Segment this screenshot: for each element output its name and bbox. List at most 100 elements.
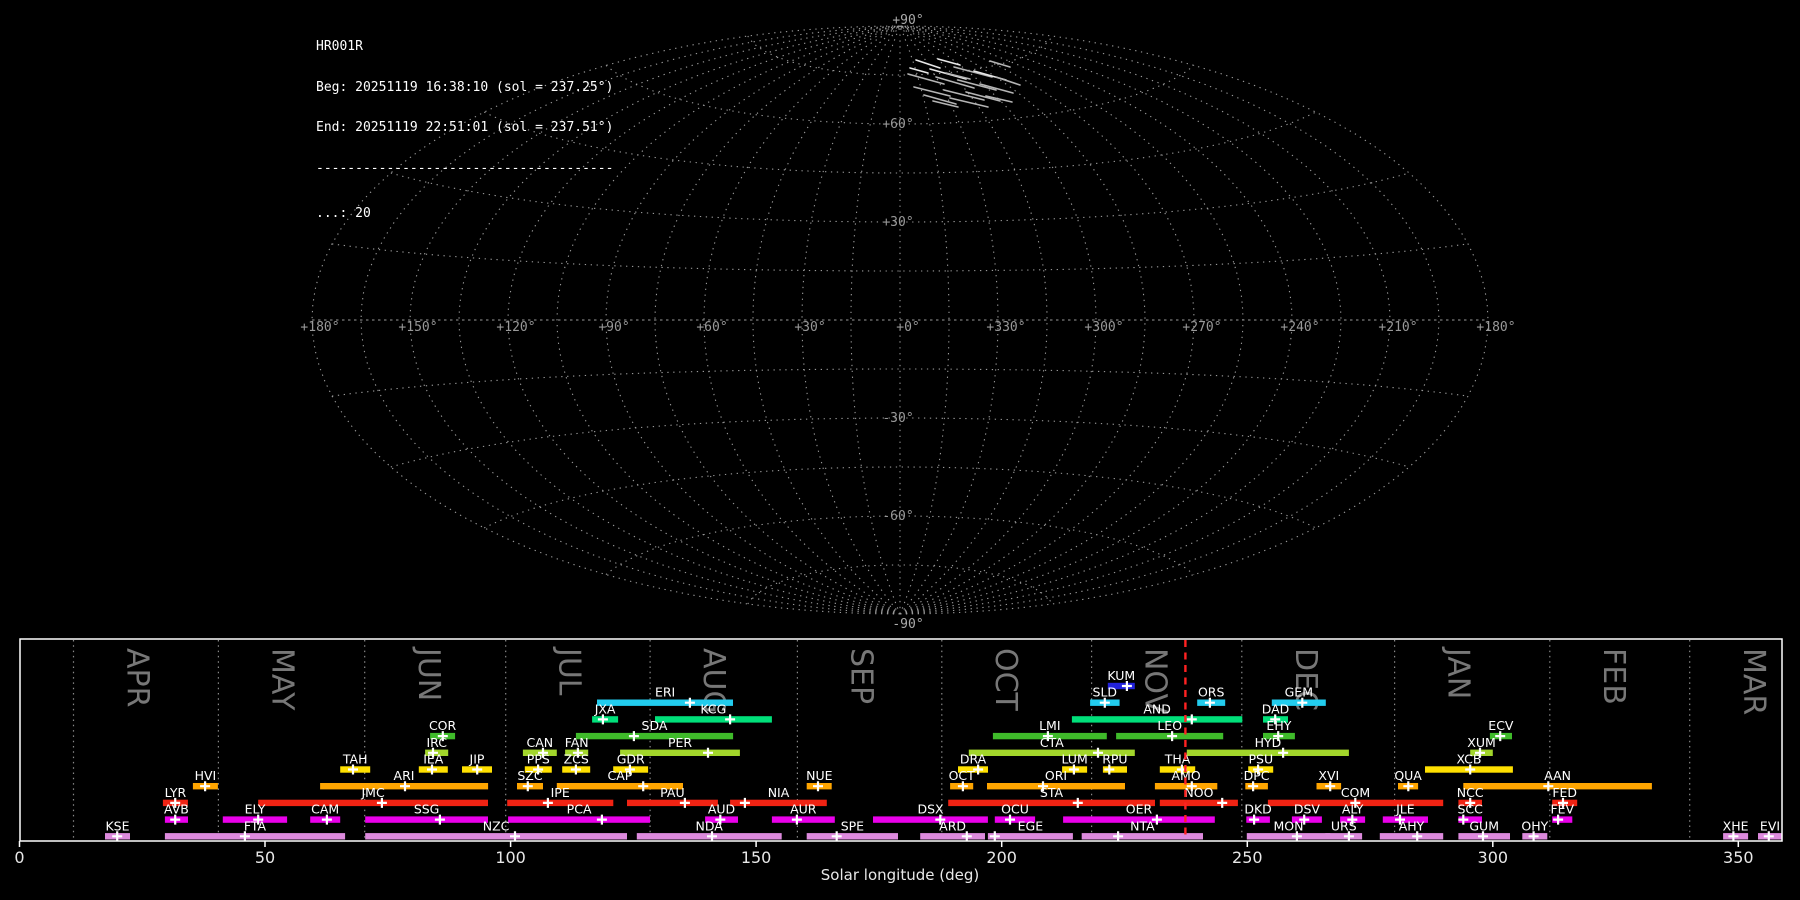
shower-label-SSG: SSG <box>414 802 440 817</box>
begin-time: Beg: 20251119 16:38:10 (sol = 237.25°) <box>316 81 613 95</box>
x-tick-label: 0 <box>14 848 24 867</box>
shower-row-plum: KSEFTANZCNDASPEARDEGENTAMONURSAHYGUMOHYX… <box>105 818 1782 841</box>
peak-marker-AND <box>1187 714 1197 724</box>
activity-chart: APRMAYJUNJULAUGSEPOCTNOVDECJANFEBMARKUME… <box>0 0 1800 900</box>
peak-marker-NZC <box>510 831 520 841</box>
shower-label-STA: STA <box>1040 785 1064 800</box>
info-header: HR001R Beg: 20251119 16:38:10 (sol = 237… <box>316 13 613 234</box>
x-tick-label: 350 <box>1723 848 1754 867</box>
shower-label-DPC: DPC <box>1244 768 1270 783</box>
shower-label-OHY: OHY <box>1521 818 1548 833</box>
shower-label-AVB: AVB <box>164 802 189 817</box>
x-tick-label: 300 <box>1478 848 1509 867</box>
shower-label-URS: URS <box>1331 818 1357 833</box>
shower-label-DSV: DSV <box>1294 802 1321 817</box>
shower-label-AAN: AAN <box>1544 768 1571 783</box>
shower-bar-FTA <box>165 833 345 839</box>
shower-label-XCB: XCB <box>1457 752 1482 767</box>
peak-marker-SDA <box>629 731 639 741</box>
shower-label-PPS: PPS <box>527 752 550 767</box>
peak-marker-NOO <box>1217 798 1227 808</box>
shower-label-AHY: AHY <box>1399 818 1425 833</box>
shower-bar-ARD <box>920 833 985 839</box>
shower-label-OCT: OCT <box>949 768 976 783</box>
shower-bar-PCA <box>508 816 650 822</box>
shower-label-ALY: ALY <box>1342 802 1364 817</box>
shower-label-COM: COM <box>1341 785 1370 800</box>
shower-label-NIA: NIA <box>768 785 790 800</box>
peak-marker-CAP <box>638 781 648 791</box>
shower-label-IEA: IEA <box>423 752 444 767</box>
shower-bar-MON <box>1247 833 1331 839</box>
shower-label-ERI: ERI <box>655 685 675 700</box>
end-time: End: 20251119 22:51:01 (sol = 237.51°) <box>316 121 613 135</box>
shower-bar-IPE <box>507 800 613 806</box>
shower-bar-AHY <box>1380 833 1443 839</box>
shower-label-AUR: AUR <box>790 802 817 817</box>
shower-label-ELY: ELY <box>245 802 266 817</box>
shower-label-CAM: CAM <box>311 802 339 817</box>
x-tick-label: 150 <box>741 848 772 867</box>
shower-label-GUM: GUM <box>1469 818 1499 833</box>
shower-label-LYR: LYR <box>165 785 187 800</box>
shower-label-EGE: EGE <box>1018 818 1044 833</box>
shower-label-MON: MON <box>1274 818 1304 833</box>
shower-label-SZC: SZC <box>517 768 542 783</box>
shower-label-GDR: GDR <box>617 752 645 767</box>
shower-label-NCC: NCC <box>1457 785 1484 800</box>
shower-label-FEV: FEV <box>1550 802 1574 817</box>
shower-label-TAH: TAH <box>342 752 368 767</box>
x-axis-title: Solar longitude (deg) <box>821 866 979 884</box>
shower-bar-PAU <box>627 800 718 806</box>
shower-label-ARI: ARI <box>394 768 415 783</box>
shower-label-KSE: KSE <box>105 818 129 833</box>
month-label: OCT <box>988 648 1023 712</box>
shower-bar-SDA <box>576 733 733 739</box>
shower-bar-SPE <box>807 833 898 839</box>
shower-label-PSU: PSU <box>1248 752 1273 767</box>
shower-label-DSX: DSX <box>917 802 944 817</box>
peak-marker-NIA <box>740 798 750 808</box>
peak-marker-KCG <box>725 714 735 724</box>
shower-label-ARD: ARD <box>939 818 966 833</box>
shower-label-DKD: DKD <box>1244 802 1271 817</box>
shower-label-CTA: CTA <box>1040 735 1064 750</box>
shower-label-LUM: LUM <box>1061 752 1087 767</box>
shower-label-KCG: KCG <box>700 701 726 716</box>
shower-label-THA: THA <box>1164 752 1191 767</box>
shower-bar-AUR <box>772 816 835 822</box>
shower-bar-EGE <box>988 833 1073 839</box>
shower-label-NOO: NOO <box>1184 785 1213 800</box>
peak-marker-NTA <box>1113 831 1123 841</box>
separator-line: -------------------------------------- <box>316 162 613 176</box>
month-label: MAR <box>1736 648 1771 715</box>
shower-bar-DSX <box>873 816 988 822</box>
shower-bar-SSG <box>365 816 488 822</box>
peak-marker-STA <box>1073 798 1083 808</box>
shower-label-XVI: XVI <box>1318 768 1339 783</box>
shower-bar-URS <box>1325 833 1362 839</box>
shower-bar-NZC <box>365 833 627 839</box>
month-label: JUL <box>552 646 587 696</box>
x-tick-label: 200 <box>986 848 1017 867</box>
month-label: APR <box>120 648 155 707</box>
shower-label-ZCS: ZCS <box>564 752 589 767</box>
shower-label-ORS: ORS <box>1198 685 1225 700</box>
shower-label-OER: OER <box>1126 802 1153 817</box>
month-label: JUN <box>411 646 446 701</box>
shower-label-JLE: JLE <box>1395 802 1415 817</box>
month-label: JAN <box>1441 646 1476 699</box>
shower-label-FED: FED <box>1552 785 1577 800</box>
shower-label-FTA: FTA <box>244 818 267 833</box>
peak-marker-PCA <box>597 815 607 825</box>
shower-label-SLD: SLD <box>1093 685 1118 700</box>
x-tick-label: 100 <box>495 848 526 867</box>
shower-label-HYD: HYD <box>1255 735 1282 750</box>
shower-label-SDA: SDA <box>642 718 668 733</box>
shower-label-CAN: CAN <box>526 735 553 750</box>
shower-bar-STA <box>948 800 1155 806</box>
shower-label-HVI: HVI <box>195 768 217 783</box>
shower-label-EHY: EHY <box>1266 718 1291 733</box>
shower-label-SCC: SCC <box>1458 802 1484 817</box>
shower-label-LEO: LEO <box>1157 718 1182 733</box>
